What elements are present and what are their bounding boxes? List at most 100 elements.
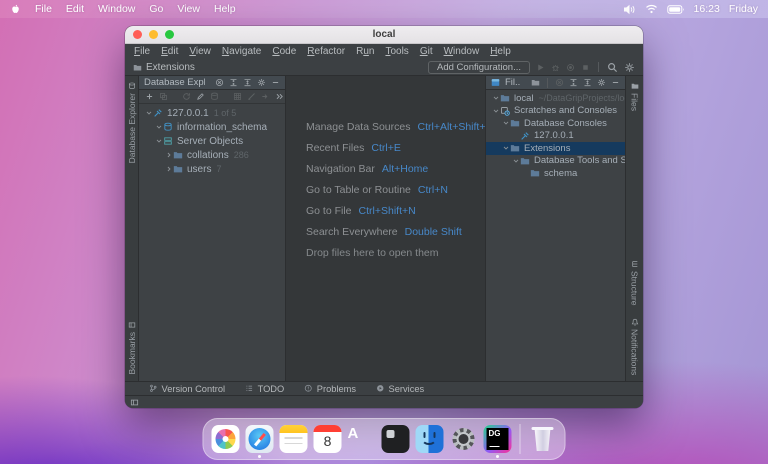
panel-options-icon[interactable] — [257, 78, 266, 87]
dock-notes[interactable] — [279, 425, 308, 453]
apple-menu-icon[interactable] — [10, 3, 21, 16]
dock-system-settings[interactable] — [450, 425, 478, 453]
files-tree-row-database-tools-and-sql[interactable]: Database Tools and SQL — [486, 155, 625, 168]
ide-menu-file[interactable]: File — [134, 46, 150, 57]
clock-day[interactable]: Friday — [729, 3, 758, 15]
files-options-icon[interactable] — [597, 78, 606, 87]
battery-icon[interactable] — [666, 4, 685, 14]
coverage-icon[interactable] — [566, 63, 575, 72]
dock-screenshot[interactable] — [381, 425, 410, 453]
db-tree-row-127-0-0-1[interactable]: 127.0.0.1 1 of 5 — [139, 106, 285, 120]
dock-finder[interactable] — [415, 425, 444, 453]
db-tree-row-information-schema[interactable]: information_schema — [139, 120, 285, 134]
table-icon[interactable] — [233, 92, 242, 101]
dock-separator — [519, 424, 521, 454]
run-icon[interactable] — [536, 63, 545, 72]
ide-menu-code[interactable]: Code — [272, 46, 296, 57]
ide-menu-view[interactable]: View — [189, 46, 211, 57]
chevron-down-icon[interactable] — [501, 144, 510, 152]
refresh-icon[interactable] — [182, 92, 191, 101]
db-tree-row-users[interactable]: users 7 — [139, 162, 285, 176]
breadcrumb[interactable]: Extensions — [133, 62, 195, 73]
files-collapse-all-icon[interactable] — [583, 78, 592, 87]
db-tree-row-collations[interactable]: collations 286 — [139, 148, 285, 162]
folder-icon — [500, 93, 510, 103]
ide-menu-refactor[interactable]: Refactor — [307, 46, 345, 57]
ide-menu-navigate[interactable]: Navigate — [222, 46, 261, 57]
files-expand-all-icon[interactable] — [569, 78, 578, 87]
menubar-item-go[interactable]: Go — [149, 3, 163, 15]
expand-all-icon[interactable] — [229, 78, 238, 87]
ide-menu-git[interactable]: Git — [420, 46, 433, 57]
dock-app-store[interactable]: A — [348, 425, 376, 453]
debug-icon[interactable] — [551, 63, 560, 72]
more-actions-icon[interactable] — [275, 92, 284, 101]
diagram-icon[interactable] — [247, 92, 256, 101]
clock-time[interactable]: 16:23 — [694, 3, 720, 15]
files-sync-icon[interactable] — [555, 78, 564, 87]
settings-gear-icon[interactable] — [624, 62, 635, 73]
dock-calendar[interactable]: 8 — [313, 425, 342, 453]
toolwindow-todo[interactable]: TODO — [245, 384, 284, 394]
tab-structure[interactable]: Structure — [630, 260, 640, 306]
toolwindow-services[interactable]: Services — [376, 384, 424, 394]
tab-database-explorer[interactable]: Database Explorer — [127, 82, 137, 163]
volume-icon[interactable] — [623, 4, 636, 15]
tab-files[interactable]: Files — [630, 82, 640, 111]
chevron-down-icon[interactable] — [491, 94, 500, 102]
menubar-item-help[interactable]: Help — [214, 3, 236, 15]
dock-safari[interactable] — [245, 425, 274, 458]
chevron-right-icon[interactable] — [164, 165, 173, 173]
add-datasource-icon[interactable] — [145, 92, 154, 101]
chevron-down-icon[interactable] — [144, 109, 153, 117]
menubar-item-view[interactable]: View — [177, 3, 200, 15]
duplicate-icon[interactable] — [159, 92, 168, 101]
ide-menu-help[interactable]: Help — [490, 46, 511, 57]
db-tree-row-server-objects[interactable]: Server Objects — [139, 134, 285, 148]
tool-window-toggle-icon[interactable] — [130, 398, 139, 407]
jump-icon[interactable] — [261, 92, 270, 101]
files-tree-row-scratches-and-consoles[interactable]: Scratches and Consoles — [486, 105, 625, 118]
chevron-down-icon[interactable] — [491, 107, 500, 115]
chevron-down-icon[interactable] — [501, 119, 510, 127]
files-tree-row-extensions[interactable]: Extensions — [486, 142, 625, 155]
files-tree-row-local[interactable]: local ~/DataGripProjects/local — [486, 92, 625, 105]
ide-menu-window[interactable]: Window — [444, 46, 480, 57]
menubar-item-edit[interactable]: Edit — [66, 3, 84, 15]
search-icon[interactable] — [607, 62, 618, 73]
ide-menu-tools[interactable]: Tools — [385, 46, 408, 57]
dock-datagrip[interactable]: DG — [483, 425, 512, 458]
dock-trash[interactable] — [529, 425, 557, 453]
edit-source-icon[interactable] — [196, 92, 205, 101]
toolwindow-problems[interactable]: Problems — [304, 384, 356, 394]
tab-notifications[interactable]: Notifications — [630, 318, 640, 375]
dock-photos[interactable] — [211, 425, 240, 453]
window-titlebar[interactable]: local — [125, 26, 643, 44]
ide-menu-run[interactable]: Run — [356, 46, 374, 57]
stop-icon[interactable] — [581, 63, 590, 72]
ide-menu-edit[interactable]: Edit — [161, 46, 178, 57]
macos-menubar: File Edit Window Go View Help 16:23 Friday — [0, 0, 768, 18]
menubar-item-file[interactable]: File — [35, 3, 52, 15]
collapse-all-icon[interactable] — [243, 78, 252, 87]
wifi-icon[interactable] — [645, 4, 658, 14]
files-hide-icon[interactable] — [611, 78, 620, 87]
tab-bookmarks[interactable]: Bookmarks — [127, 321, 137, 375]
toolwindow-version-control[interactable]: Version Control — [149, 384, 225, 394]
chevron-down-icon[interactable] — [511, 157, 520, 165]
add-configuration-button[interactable]: Add Configuration... — [428, 60, 530, 74]
plug-icon — [520, 131, 530, 141]
select-file-icon[interactable] — [531, 78, 540, 87]
schema-sync-icon[interactable] — [210, 92, 219, 101]
files-tree-row-schema[interactable]: schema — [486, 167, 625, 180]
files-tree-row-127-0-0-1[interactable]: 127.0.0.1 — [486, 130, 625, 143]
shortcut-row: Recent Files Ctrl+E — [306, 143, 485, 154]
chevron-down-icon[interactable] — [154, 123, 163, 131]
chevron-right-icon[interactable] — [164, 151, 173, 159]
hide-panel-icon[interactable] — [271, 78, 280, 87]
tree-label: Database Tools and SQL — [534, 155, 625, 167]
chevron-down-icon[interactable] — [154, 137, 163, 145]
files-tree-row-database-consoles[interactable]: Database Consoles — [486, 117, 625, 130]
menubar-item-window[interactable]: Window — [98, 3, 135, 15]
sync-icon[interactable] — [215, 78, 224, 87]
